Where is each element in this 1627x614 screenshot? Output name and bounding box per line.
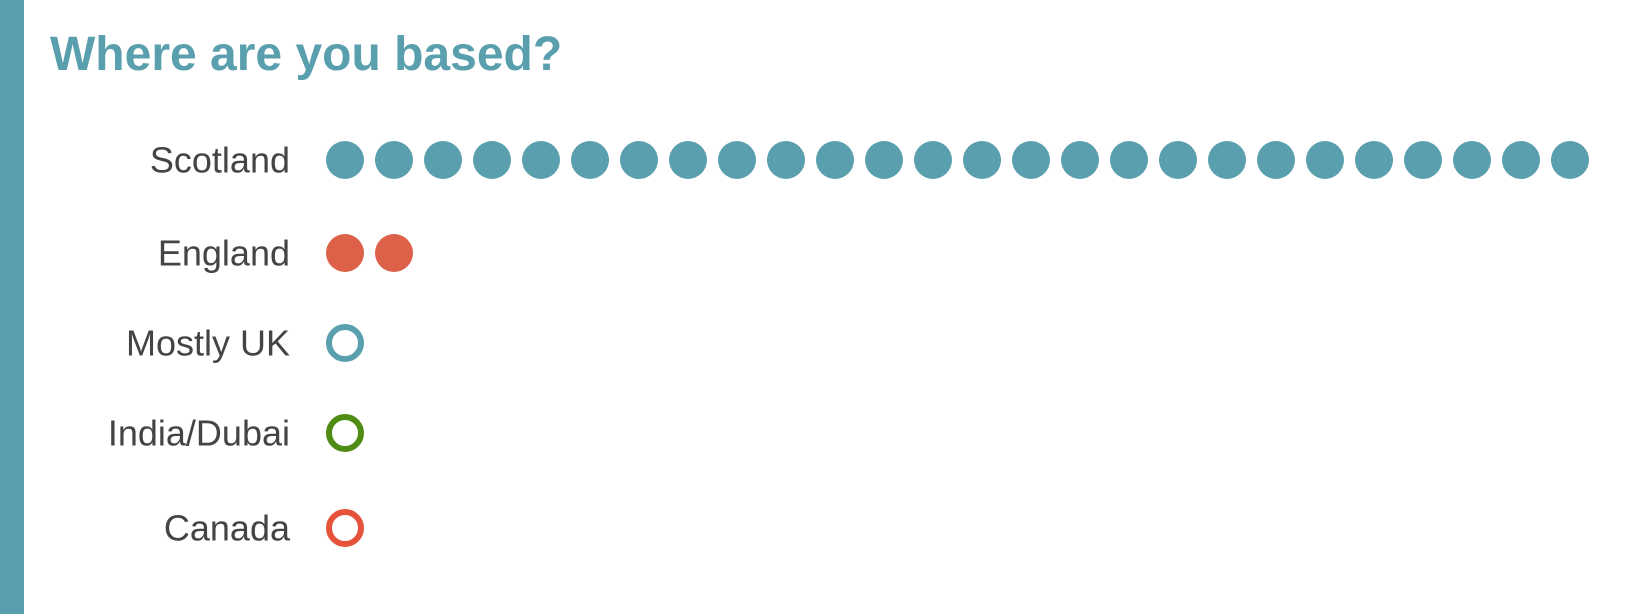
dot-scotland	[914, 141, 952, 179]
dot-scotland	[1159, 141, 1197, 179]
dot-scotland	[1208, 141, 1246, 179]
dot-mostly-uk	[326, 324, 364, 362]
dot-england	[375, 234, 413, 272]
dot-scotland	[767, 141, 805, 179]
dot-india-dubai	[326, 414, 364, 452]
dot-scotland	[1257, 141, 1295, 179]
dot-scotland	[1453, 141, 1491, 179]
dot-scotland	[1012, 141, 1050, 179]
dot-chart: Scotland England Mostly UK India/Dubai Canad…	[108, 140, 1589, 549]
dot-canada	[326, 509, 364, 547]
dot-scotland	[865, 141, 903, 179]
row-label-scotland: Scotland	[150, 140, 290, 181]
dot-scotland	[571, 141, 609, 179]
dot-scotland	[1110, 141, 1148, 179]
dot-england	[326, 234, 364, 272]
dot-scotland	[963, 141, 1001, 179]
dot-scotland	[669, 141, 707, 179]
row-label-england: England	[158, 233, 290, 274]
dot-scotland	[473, 141, 511, 179]
dot-scotland	[718, 141, 756, 179]
dot-scotland	[1306, 141, 1344, 179]
dot-scotland	[522, 141, 560, 179]
dot-scotland	[1551, 141, 1589, 179]
row-label-canada: Canada	[164, 508, 291, 549]
dot-scotland	[375, 141, 413, 179]
dot-scotland	[1355, 141, 1393, 179]
dot-scotland	[620, 141, 658, 179]
dot-scotland	[424, 141, 462, 179]
dot-scotland	[1061, 141, 1099, 179]
dot-scotland	[326, 141, 364, 179]
dot-scotland	[816, 141, 854, 179]
row-label-mostly-uk: Mostly UK	[126, 323, 290, 364]
dot-scotland	[1502, 141, 1540, 179]
row-label-india-dubai: India/Dubai	[108, 413, 290, 454]
dot-scotland	[1404, 141, 1442, 179]
